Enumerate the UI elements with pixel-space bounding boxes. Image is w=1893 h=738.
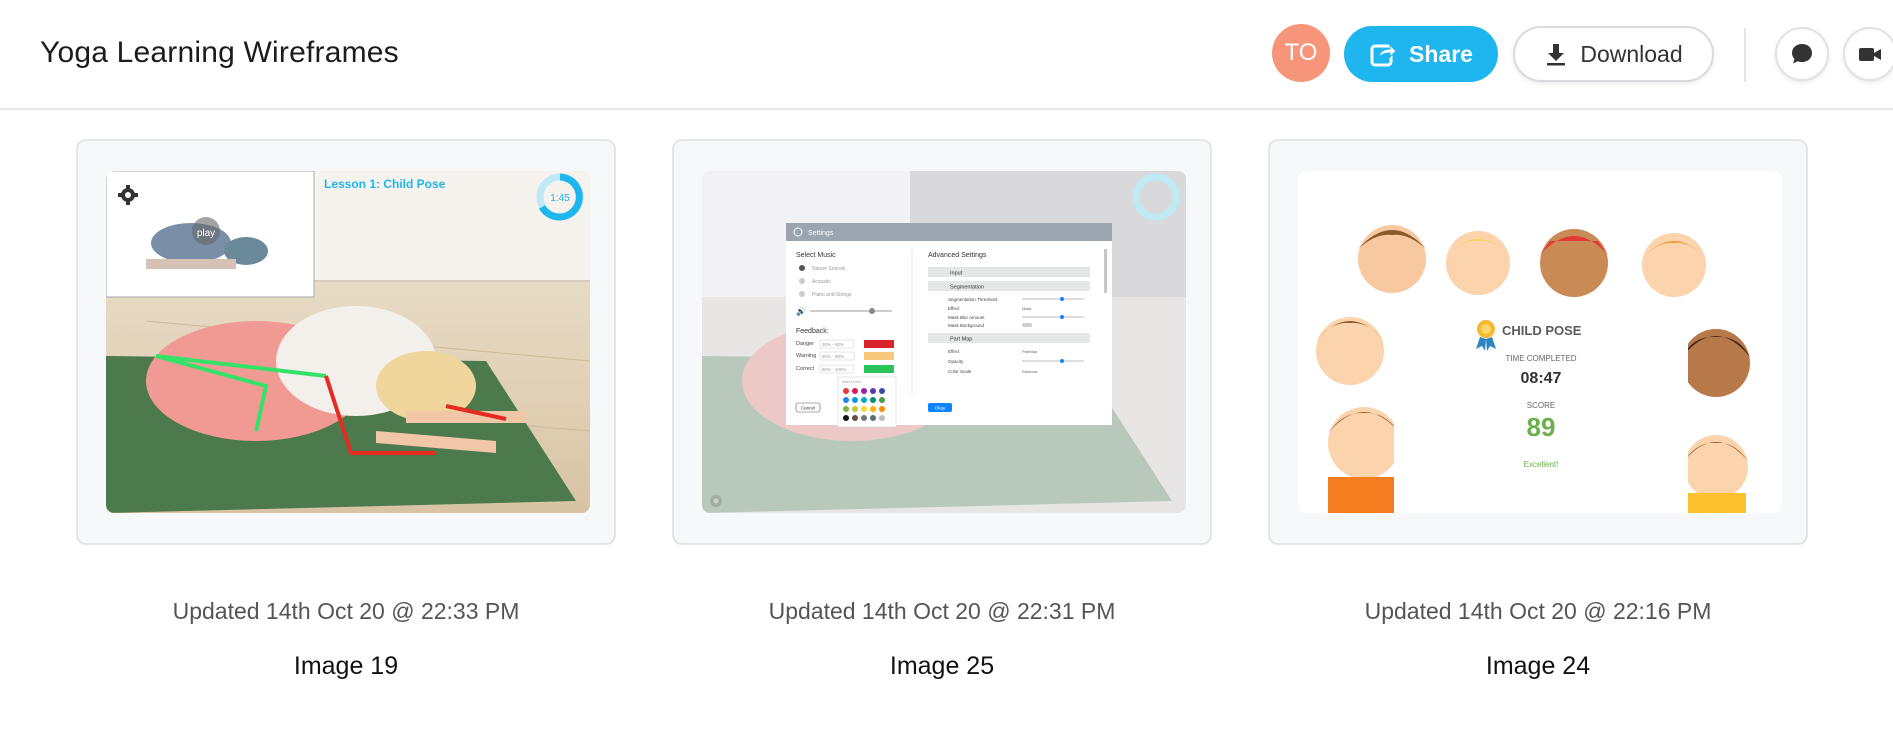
- field-label: Opacity: [948, 359, 964, 364]
- feedback-danger-label: Danger: [796, 341, 814, 347]
- volume-icon: 🔊: [796, 306, 806, 316]
- partmap-colorscale-select[interactable]: Rainbow: [1022, 369, 1038, 374]
- cancel-label: Cancel: [801, 406, 815, 411]
- dialog-scrollbar[interactable]: [1104, 249, 1107, 293]
- select-music-label: Select Music: [796, 252, 836, 259]
- field-label: Effect: [948, 349, 960, 354]
- results-screen-preview: CHILD POSE TIME COMPLETED 08:47 SCORE 89…: [1298, 171, 1782, 513]
- result-message: Excellent!: [1524, 460, 1559, 469]
- card-name[interactable]: Image 19: [76, 652, 616, 681]
- select-color-label: Select Color: [842, 380, 862, 384]
- section-part-map-label: Part Map: [950, 337, 972, 343]
- feedback-danger-range[interactable]: 30% - 50%: [822, 342, 844, 347]
- feedback-correct-swatch[interactable]: [864, 365, 894, 373]
- share-icon: [1370, 43, 1397, 67]
- wireframe-card-image-19[interactable]: play Lesson 1: Child Pose 1:45: [76, 139, 616, 545]
- time-completed-label: TIME COMPLETED: [1505, 354, 1576, 363]
- feedback-label: Feedback:: [796, 328, 829, 335]
- wireframe-card-image-24[interactable]: CHILD POSE TIME COMPLETED 08:47 SCORE 89…: [1268, 139, 1808, 545]
- score-value: 89: [1527, 412, 1556, 442]
- feedback-warning-range[interactable]: 50% - 80%: [822, 354, 844, 359]
- settings-screen-preview: Settings Select Music Nature Sounds Acou…: [702, 171, 1186, 513]
- settings-dialog: Settings Select Music Nature Sounds Acou…: [786, 223, 1112, 428]
- time-completed-value: 08:47: [1521, 370, 1562, 387]
- advanced-settings-title: Advanced Settings: [928, 252, 987, 259]
- music-option[interactable]: Acoustic: [812, 279, 831, 285]
- field-label: Mask Background: [948, 323, 985, 328]
- feedback-warning-swatch[interactable]: [864, 352, 894, 360]
- share-button[interactable]: Share: [1344, 26, 1498, 82]
- field-label: Mask Blur Amount: [948, 315, 985, 320]
- feedback-warning-label: Warning: [796, 353, 816, 359]
- lesson-screen-preview: play Lesson 1: Child Pose 1:45: [106, 171, 590, 513]
- wireframe-card-image-25[interactable]: Settings Select Music Nature Sounds Acou…: [672, 139, 1212, 545]
- card-name[interactable]: Image 24: [1268, 652, 1808, 681]
- play-label: play: [197, 228, 215, 239]
- feedback-correct-range[interactable]: 80% - 100%: [822, 367, 847, 372]
- feedback-danger-swatch[interactable]: [864, 340, 894, 348]
- pose-title: CHILD POSE: [1502, 323, 1582, 338]
- dialog-title: Settings: [808, 230, 834, 237]
- download-label: Download: [1580, 40, 1683, 67]
- feedback-correct-label: Correct: [796, 366, 815, 372]
- video-button[interactable]: [1843, 27, 1893, 81]
- score-label: SCORE: [1527, 401, 1555, 410]
- music-option[interactable]: Nature Sounds: [812, 266, 846, 272]
- card-updated-time: Updated 14th Oct 20 @ 22:33 PM: [172, 598, 520, 624]
- lesson-title: Lesson 1: Child Pose: [324, 177, 446, 191]
- segmentation-effect-select[interactable]: Mask: [1022, 306, 1032, 311]
- video-icon: [1859, 48, 1881, 61]
- okay-label: Okay: [935, 406, 946, 411]
- field-label: Effect: [948, 306, 960, 311]
- thumbnail-results-screen[interactable]: CHILD POSE TIME COMPLETED 08:47 SCORE 89…: [1298, 171, 1782, 513]
- toolbar-divider: [1744, 28, 1746, 82]
- field-label: Color Scale: [948, 369, 972, 374]
- card-updated-time: Updated 14th Oct 20 @ 22:31 PM: [768, 598, 1116, 624]
- comment-icon: [1792, 44, 1812, 64]
- music-option[interactable]: Piano and Strings: [812, 292, 852, 298]
- mask-background-toggle[interactable]: [1022, 323, 1032, 327]
- card-updated-time: Updated 14th Oct 20 @ 22:16 PM: [1364, 598, 1712, 624]
- timer-label: 1:45: [550, 193, 570, 204]
- card-name[interactable]: Image 25: [672, 652, 1212, 681]
- field-label: Segmentation Threshold: [948, 297, 997, 302]
- thumbnail-lesson-screen[interactable]: play Lesson 1: Child Pose 1:45: [106, 171, 590, 513]
- avatar[interactable]: TO: [1272, 24, 1330, 82]
- partmap-effect-select[interactable]: PartMap: [1022, 349, 1038, 354]
- section-input-label: Input: [950, 271, 963, 277]
- faded-gear-icon: [710, 495, 722, 507]
- thumbnail-settings-dialog[interactable]: Settings Select Music Nature Sounds Acou…: [702, 171, 1186, 513]
- download-icon: [1547, 44, 1566, 66]
- comments-button[interactable]: [1775, 27, 1829, 81]
- section-segmentation-label: Segmentation: [950, 285, 984, 291]
- download-button[interactable]: Download: [1513, 26, 1714, 82]
- top-bar: Yoga Learning Wireframes TO Share Downlo…: [0, 0, 1893, 110]
- share-label: Share: [1409, 40, 1473, 67]
- project-title: Yoga Learning Wireframes: [40, 36, 399, 69]
